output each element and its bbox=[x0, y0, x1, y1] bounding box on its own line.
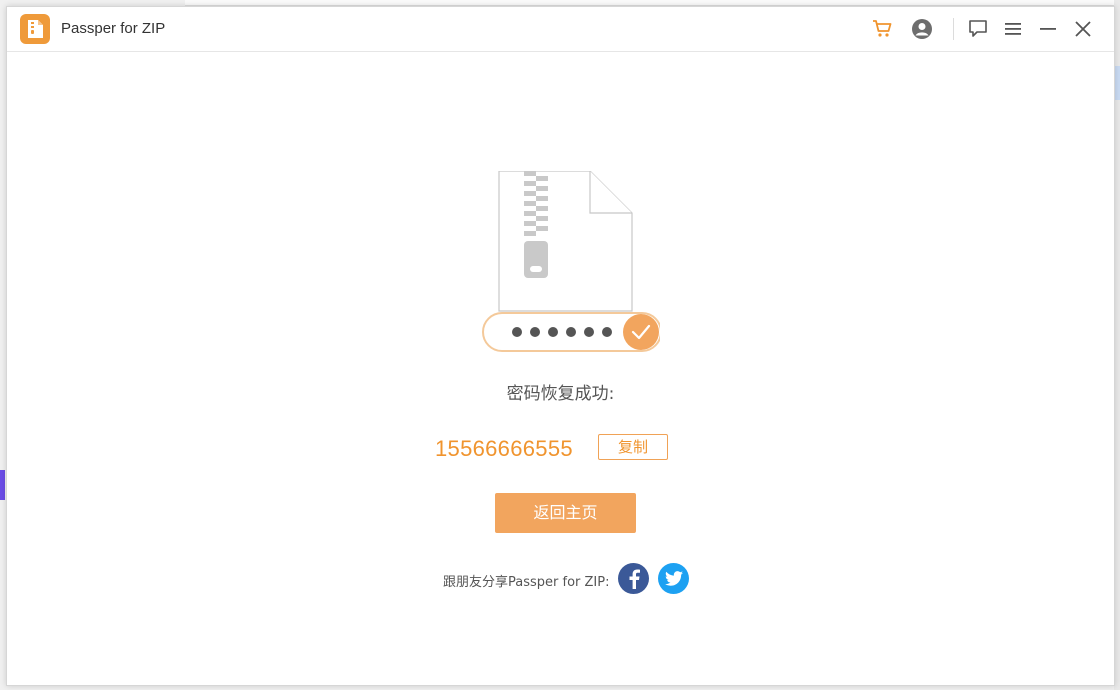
cart-icon[interactable] bbox=[871, 17, 895, 41]
account-icon[interactable] bbox=[910, 17, 934, 41]
app-window: Passper for ZIP 密码恢复成功: 15566666555 复制 返… bbox=[6, 6, 1115, 686]
twitter-icon[interactable] bbox=[658, 563, 689, 594]
password-result-row: 15566666555 复制 bbox=[7, 433, 1114, 465]
main-content: 密码恢复成功: 15566666555 复制 返回主页 跟朋友分享Passper… bbox=[7, 53, 1114, 687]
recovered-password: 15566666555 bbox=[435, 436, 573, 461]
share-label: 跟朋友分享Passper for ZIP: bbox=[443, 575, 610, 590]
title-bar[interactable]: Passper for ZIP bbox=[7, 7, 1114, 52]
facebook-icon[interactable] bbox=[618, 563, 649, 594]
minimize-icon[interactable] bbox=[1036, 17, 1060, 41]
feedback-icon[interactable] bbox=[966, 17, 990, 41]
recovery-success-label: 密码恢复成功: bbox=[506, 384, 615, 404]
share-row: 跟朋友分享Passper for ZIP: bbox=[7, 563, 1114, 595]
menu-icon[interactable] bbox=[1001, 17, 1025, 41]
app-logo-icon bbox=[20, 14, 50, 44]
zip-file-unlocked-illustration bbox=[475, 170, 662, 361]
titlebar-separator bbox=[953, 18, 954, 40]
return-home-button[interactable]: 返回主页 bbox=[495, 493, 636, 533]
copy-button[interactable]: 复制 bbox=[598, 434, 668, 460]
close-icon[interactable] bbox=[1071, 17, 1095, 41]
window-title: Passper for ZIP bbox=[61, 20, 166, 37]
background-left-accent bbox=[0, 470, 5, 500]
